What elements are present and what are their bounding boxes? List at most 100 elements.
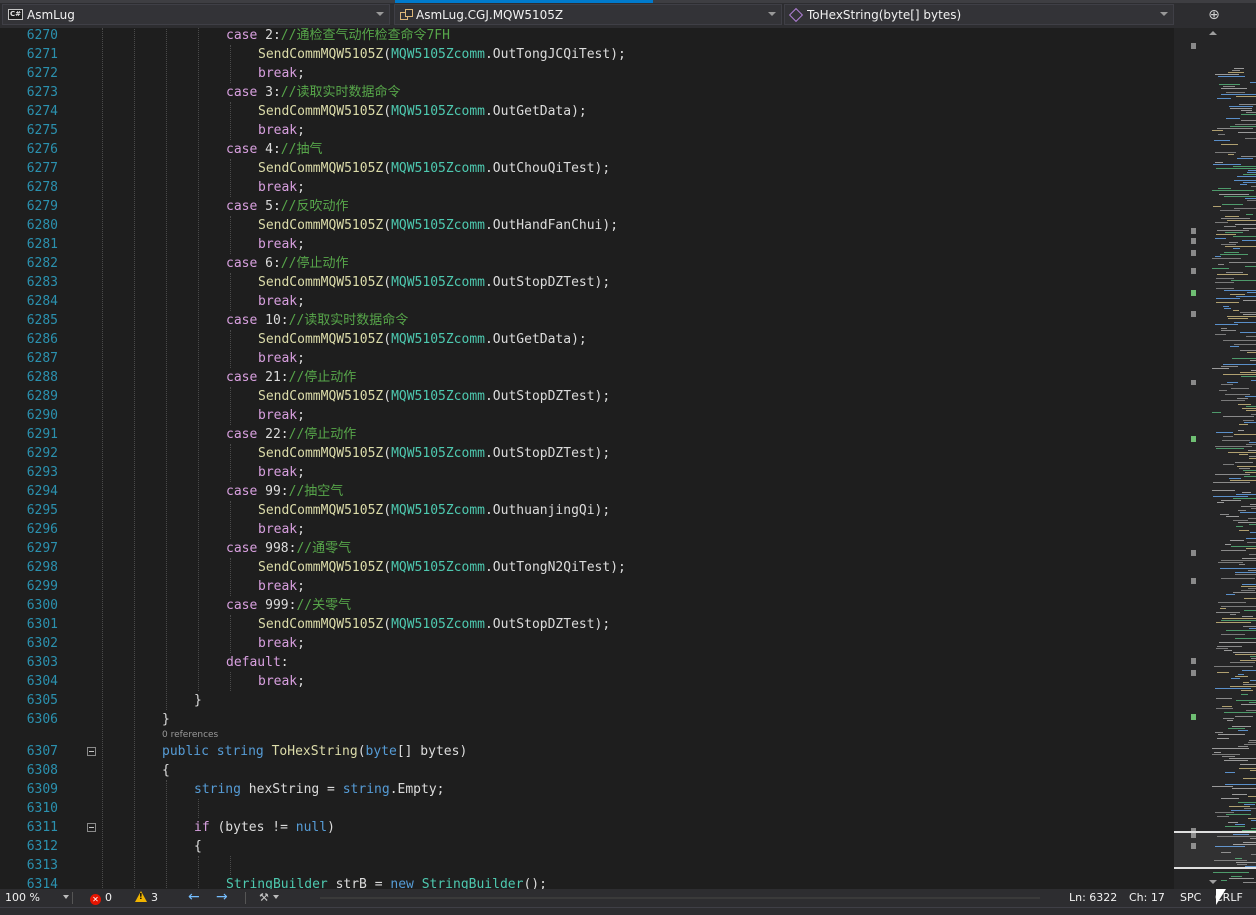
code-token: case [226,28,258,43]
code-text: SendCommMQW5105Z(MQW5105Zcomm.OutStopDZT… [258,444,610,463]
minimap-line [1238,430,1244,431]
codelens-references[interactable]: 0 references [162,729,218,742]
minimap-line [1212,786,1233,787]
zoom-dropdown[interactable]: 100 % [5,889,70,907]
line-number: 6299 [26,579,58,594]
minimap-line [1251,370,1256,371]
minimap-line [1241,114,1256,115]
minimap-line [1224,760,1248,761]
minimap-line [1229,242,1238,243]
minimap-line [1245,198,1256,199]
overview-scrollbar[interactable] [1174,28,1256,889]
code-line: 6302 break; [0,634,1174,653]
scroll-down-icon[interactable] [1209,880,1217,884]
navigate-forward-button[interactable]: → [216,889,228,907]
minimap-line [1250,680,1256,681]
minimap-line [1222,618,1256,619]
code-token: MQW5105Zcomm [391,218,485,233]
code-text: public string ToHexString(byte[] bytes) [162,742,467,761]
minimap-line [1217,646,1242,647]
code-token: 2: [257,28,281,43]
member-dropdown-label: ToHexString(byte[] bytes) [807,7,962,22]
code-token: ; [297,123,305,138]
minimap-line [1251,820,1256,821]
minimap-line [1231,678,1240,679]
minimap-line [1233,592,1256,593]
minimap-line [1239,468,1250,469]
code-token: MQW5105Zcomm [391,503,485,518]
line-number: 6278 [26,180,58,195]
collapse-region-icon[interactable] [87,823,96,832]
change-marker [1191,228,1196,234]
line-number: 6312 [26,839,58,854]
code-token: break [258,465,298,480]
code-editor[interactable]: 6270 case 2://通检查气动作检查命令7FH 6271 SendCommMQ… [0,28,1174,889]
line-indicator[interactable]: Ln: 6322 [1069,889,1117,907]
code-line: 6300 case 999://关零气 [0,596,1174,615]
type-dropdown[interactable]: AsmLug.CGJ.MQW5105Z [394,4,782,25]
minimap-line [1221,88,1247,89]
minimap-line [1227,382,1238,383]
minimap-line [1241,590,1255,591]
collapse-region-icon[interactable] [87,747,96,756]
minimap-line [1216,302,1239,303]
minimap-line [1213,206,1221,207]
minimap-viewport[interactable] [1174,831,1256,869]
error-count-button[interactable]: ✕ 0 [90,889,112,907]
navigate-back-button[interactable]: ← [188,889,200,907]
chevron-down-icon [1160,12,1168,16]
code-text: case 21://停止动作 [226,368,356,387]
minimap-line [1220,568,1256,569]
column-indicator[interactable]: Ch: 17 [1129,889,1165,907]
minimap-line [1224,712,1256,713]
split-window-button[interactable]: ⊕ [1176,4,1252,25]
code-line: 6270 case 2://通检查气动作检查命令7FH [0,28,1174,45]
minimap-line [1235,224,1256,225]
horizontal-scrollbar[interactable] [312,894,1047,902]
minimap-line [1238,674,1244,675]
minimap-line [1242,616,1253,617]
spacing-indicator[interactable]: SPC [1180,889,1201,907]
line-number: 6307 [26,744,58,759]
minimap-line [1213,482,1250,483]
code-token: break [258,294,298,309]
minimap-line [1218,134,1225,135]
horizontal-scroll-track[interactable] [320,897,1040,899]
minimap-line [1238,522,1256,523]
minimap-line [1233,236,1256,237]
minimap-line [1230,126,1256,127]
member-dropdown[interactable]: ToHexString(byte[] bytes) [784,4,1174,25]
minimap-line [1248,588,1256,589]
mouse-cursor [1216,889,1226,905]
code-text: default: [226,653,289,672]
cleanup-button[interactable]: ⚒ [259,889,279,907]
code-token: 5: [257,199,281,214]
minimap-line [1244,598,1256,599]
minimap-line [1231,876,1242,877]
project-dropdown-label: AsmLug [27,7,75,22]
project-dropdown[interactable]: C# AsmLug [2,4,390,25]
minimap-line [1236,700,1256,701]
code-token: //停止动作 [288,370,357,385]
line-number: 6274 [26,104,58,119]
warning-count-button[interactable]: 3 [135,889,158,907]
minimap-line [1226,92,1245,93]
code-token: //关零气 [296,598,352,613]
line-number: 6311 [26,820,58,835]
code-text: string hexString = string.Empty; [194,780,444,799]
line-number: 6282 [26,256,58,271]
minimap-line [1232,70,1240,71]
code-text: { [194,837,202,856]
code-token: //通检查气动作检查命令7FH [280,28,450,43]
minimap-line [1216,648,1228,649]
line-number: 6280 [26,218,58,233]
minimap-line [1247,172,1256,173]
code-text: break; [258,121,305,140]
minimap-line [1224,308,1231,309]
minimap-line [1222,440,1250,441]
code-line: 6278 break; [0,178,1174,197]
minimap-line [1244,476,1256,477]
minimap-line [1224,226,1236,227]
change-marker [1191,578,1196,584]
